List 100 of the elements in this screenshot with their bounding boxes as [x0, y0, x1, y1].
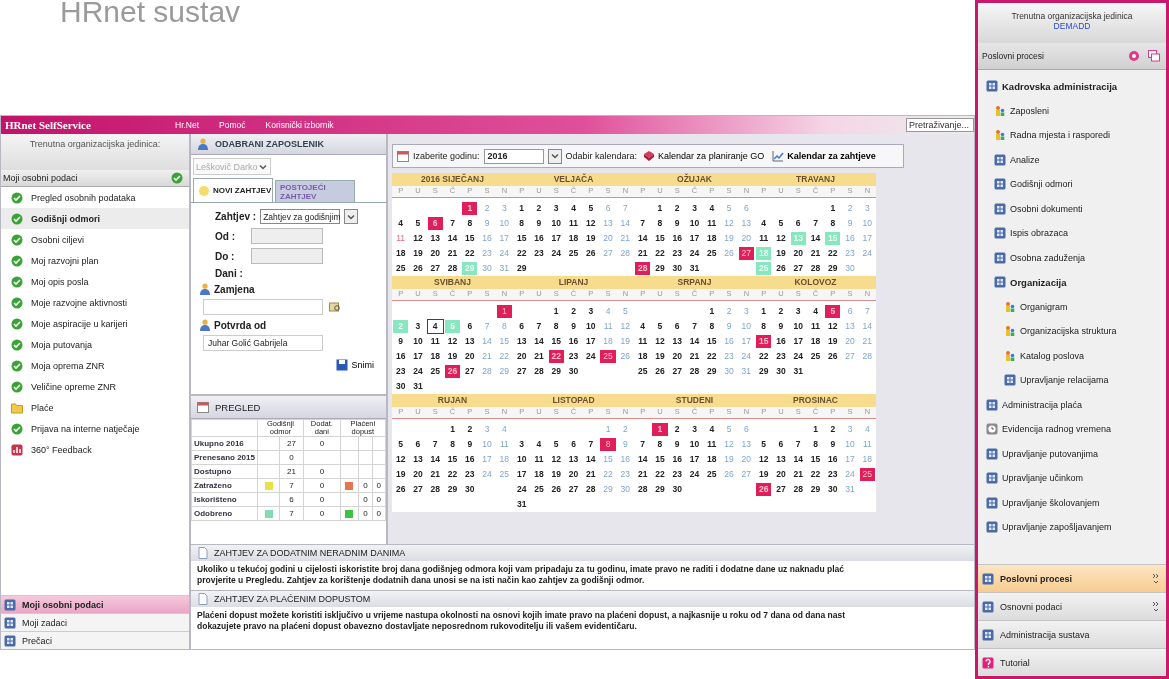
calendar-day[interactable]: 1 — [756, 305, 772, 318]
calendar-day[interactable]: 28 — [790, 483, 806, 496]
calendar-day[interactable]: 21 — [444, 247, 461, 260]
calendar-day[interactable]: 4 — [393, 217, 409, 230]
calendar-day[interactable]: 12 — [773, 232, 789, 245]
calendar-day[interactable]: 7 — [444, 217, 461, 230]
calendar-day[interactable]: 5 — [773, 217, 789, 230]
calendar-day[interactable]: 10 — [410, 335, 426, 348]
calendar-day[interactable]: 1 — [652, 202, 668, 215]
calendar-day[interactable]: 25 — [393, 262, 409, 275]
calendar-day[interactable]: 17 — [790, 335, 806, 348]
calendar-day[interactable]: 5 — [548, 438, 564, 451]
calendar-day[interactable]: 21 — [635, 247, 651, 260]
calendar-day[interactable]: 16 — [531, 232, 547, 245]
date-field[interactable] — [251, 228, 323, 244]
sidebar-item[interactable]: Moj opis posla — [1, 271, 189, 292]
calendar-day[interactable]: 25 — [704, 247, 720, 260]
calendar-day[interactable]: 26 — [410, 262, 426, 275]
nav-tree-item[interactable]: Radna mjesta i rasporedi — [978, 123, 1166, 148]
calendar-day[interactable]: 9 — [669, 438, 685, 451]
calendar-day[interactable]: 16 — [462, 453, 478, 466]
calendar-day[interactable]: 14 — [531, 335, 547, 348]
calendar-day[interactable]: 16 — [773, 335, 789, 348]
calendar-day[interactable]: 7 — [427, 438, 443, 451]
calendar-day[interactable]: 14 — [635, 453, 651, 466]
calendar-day[interactable]: 23 — [669, 247, 685, 260]
calendar-day[interactable]: 15 — [514, 232, 530, 245]
sidebar-item[interactable]: Osobni ciljevi — [1, 229, 189, 250]
calendar-day[interactable]: 28 — [444, 262, 461, 275]
calendar-day[interactable]: 12 — [583, 217, 599, 230]
nav-button[interactable]: Moji osobni podaci — [1, 595, 189, 613]
menu-link[interactable]: Hr.Net — [175, 120, 200, 130]
calendar-day[interactable]: 4 — [704, 202, 720, 215]
calendar-day[interactable]: 9 — [825, 438, 841, 451]
calendar-day[interactable]: 14 — [444, 232, 461, 245]
calendar-day[interactable]: 11 — [635, 335, 651, 348]
calendar-day[interactable]: 22 — [652, 247, 668, 260]
calendar-day[interactable]: 27 — [427, 262, 443, 275]
calendar-day[interactable]: 29 — [756, 365, 772, 378]
calendar-day[interactable]: 6 — [565, 438, 582, 451]
calendar-day[interactable]: 2 — [773, 305, 789, 318]
calendar-day[interactable]: 7 — [686, 320, 703, 333]
calendar-day[interactable]: 20 — [427, 247, 443, 260]
calendar-day[interactable]: 26 — [393, 483, 409, 496]
calendar-day[interactable]: 8 — [807, 438, 824, 451]
calendar-day[interactable]: 6 — [462, 320, 478, 333]
request-type-select[interactable]: Zahtjev za godišnjim — [260, 209, 341, 224]
calendar-day[interactable]: 6 — [410, 438, 426, 451]
calendar-day[interactable]: 3 — [686, 423, 703, 436]
calendar-day[interactable]: 9 — [565, 320, 582, 333]
nav-tree-item[interactable]: Administracija plaća — [978, 392, 1166, 417]
calendar-day[interactable]: 18 — [807, 335, 824, 348]
calendar-day[interactable]: 31 — [410, 380, 426, 393]
calendar-day[interactable]: 22 — [704, 350, 720, 363]
input-field[interactable] — [203, 299, 323, 315]
calendar-day[interactable]: 4 — [565, 202, 582, 215]
calendar-day[interactable]: 1 — [704, 305, 720, 318]
calendar-day[interactable]: 7 — [635, 438, 651, 451]
calendar-day[interactable]: 20 — [773, 468, 789, 481]
calendar-day[interactable]: 20 — [514, 350, 530, 363]
calendar-day[interactable]: 29 — [807, 483, 824, 496]
nav-tree-item[interactable]: Ispis obrazaca — [978, 221, 1166, 246]
calendar-day[interactable]: 30 — [669, 262, 685, 275]
calendar-day[interactable]: 23 — [669, 468, 685, 481]
calendar-day[interactable]: 7 — [807, 217, 824, 230]
calendar-day[interactable]: 25 — [704, 468, 720, 481]
sidebar-item[interactable]: Plaće — [1, 397, 189, 418]
calendar-day[interactable]: 19 — [393, 468, 409, 481]
calendar-day[interactable]: 17 — [514, 468, 530, 481]
menu-link[interactable]: Pomoć — [219, 120, 246, 130]
calendar-day[interactable]: 1 — [514, 202, 530, 215]
calendar-day[interactable]: 25 — [635, 365, 651, 378]
calendar-day[interactable]: 1 — [548, 305, 564, 318]
calendar-day[interactable]: 7 — [583, 438, 599, 451]
calendar-day[interactable]: 29 — [652, 483, 668, 496]
lookup-icon[interactable] — [329, 301, 341, 313]
nav-button[interactable]: Prečaci — [1, 631, 189, 649]
calendar-day[interactable]: 21 — [583, 468, 599, 481]
calendar-day[interactable]: 11 — [756, 232, 772, 245]
calendar-day[interactable]: 19 — [410, 247, 426, 260]
calendar-day[interactable]: 3 — [583, 305, 599, 318]
calendar-day[interactable]: 19 — [825, 335, 841, 348]
calendar-day[interactable]: 7 — [790, 438, 806, 451]
calendar-day[interactable]: 23 — [462, 468, 478, 481]
calendar-day[interactable]: 31 — [686, 262, 703, 275]
calendar-day[interactable]: 19 — [548, 468, 564, 481]
calendar-day[interactable]: 9 — [462, 438, 478, 451]
calendar-day[interactable]: 31 — [514, 498, 530, 511]
calendar-day[interactable]: 12 — [393, 453, 409, 466]
calendar-day[interactable]: 27 — [565, 483, 582, 496]
calendar-day[interactable]: 21 — [427, 468, 443, 481]
calendar-day[interactable]: 2 — [531, 202, 547, 215]
sidebar-item[interactable]: Godišnji odmori — [1, 208, 189, 229]
calendar-day[interactable]: 8 — [652, 217, 668, 230]
calendar-day[interactable]: 13 — [410, 453, 426, 466]
input-field[interactable]: Juhar Golić Gabrijela — [203, 335, 323, 351]
calendar-day[interactable]: 24 — [410, 365, 426, 378]
nav-tree-item[interactable]: Upravljanje putovanjima — [978, 441, 1166, 466]
calendar-day[interactable]: 28 — [531, 365, 547, 378]
calendar-day[interactable]: 8 — [825, 217, 841, 230]
